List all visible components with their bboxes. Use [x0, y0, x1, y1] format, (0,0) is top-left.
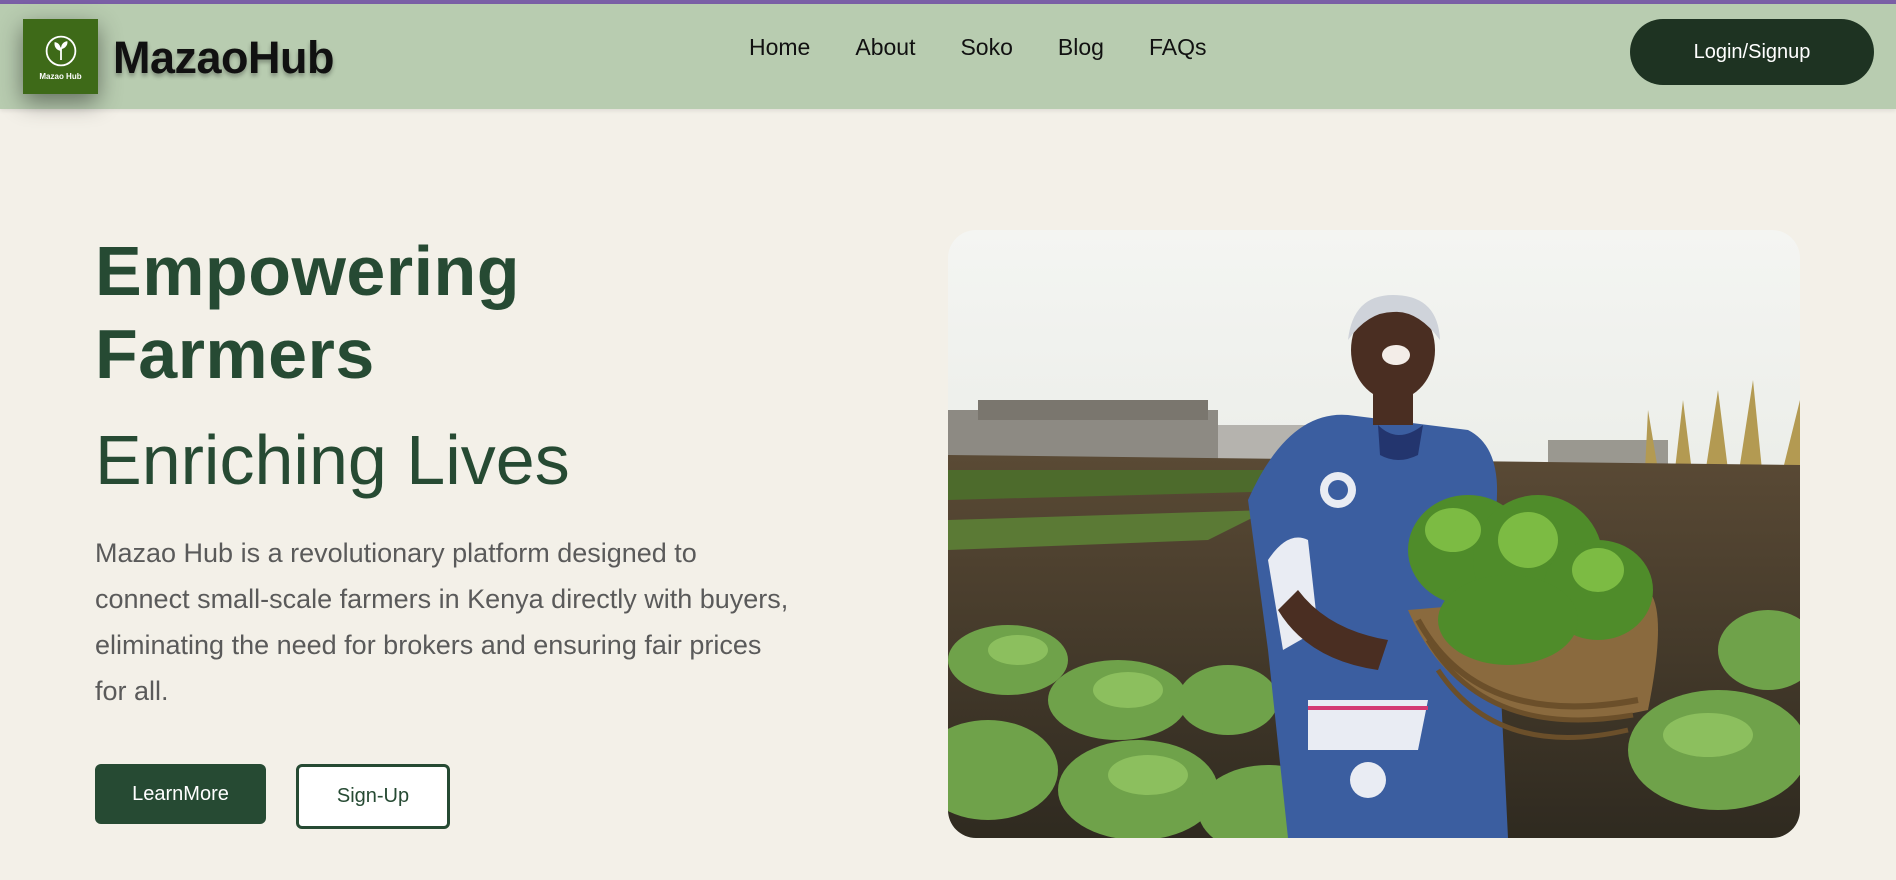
- hero-buttons: LearnMore Sign-Up: [95, 764, 450, 829]
- learn-more-button[interactable]: LearnMore: [95, 764, 266, 824]
- hero-description: Mazao Hub is a revolutionary platform de…: [95, 538, 789, 706]
- logo-text: Mazao Hub: [39, 71, 82, 81]
- logo[interactable]: Mazao Hub: [23, 19, 98, 94]
- hero-title: Empowering Farmers: [95, 232, 521, 393]
- nav-about[interactable]: About: [855, 34, 915, 61]
- hero-text: Empowering Farmers Enriching Lives Mazao…: [95, 230, 815, 714]
- nav-soko[interactable]: Soko: [960, 34, 1012, 61]
- nav-blog[interactable]: Blog: [1058, 34, 1104, 61]
- navbar: Mazao Hub MazaoHub Home About Soko Blog …: [0, 4, 1896, 109]
- sign-up-button[interactable]: Sign-Up: [296, 764, 450, 829]
- brand-name[interactable]: MazaoHub: [113, 32, 335, 84]
- nav-home[interactable]: Home: [749, 34, 810, 61]
- hero-subtitle: Enriching Lives: [95, 421, 570, 499]
- main-nav: Home About Soko Blog FAQs: [749, 34, 1206, 61]
- hero-image: [948, 230, 1800, 838]
- nav-faqs[interactable]: FAQs: [1149, 34, 1207, 61]
- sprout-icon: [45, 35, 76, 66]
- login-signup-button[interactable]: Login/Signup: [1630, 19, 1874, 85]
